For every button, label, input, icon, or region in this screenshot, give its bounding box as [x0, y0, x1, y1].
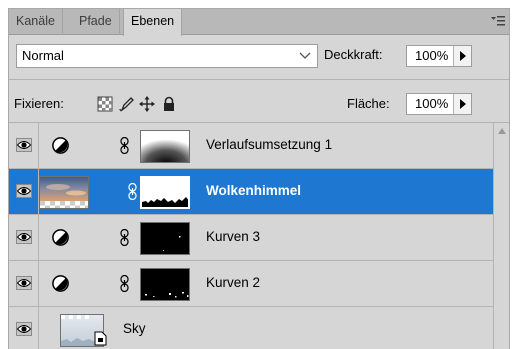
- eye-icon: [17, 187, 31, 195]
- layer-row-kurven-3[interactable]: Kurven 3: [9, 215, 493, 261]
- lock-position-icon[interactable]: [139, 96, 155, 112]
- panel-menu-icon[interactable]: [491, 14, 505, 28]
- adjustment-layer-icon: [52, 275, 69, 292]
- eye-icon: [17, 141, 31, 149]
- layers-panel: Kanäle Pfade Ebenen Normal Deckkraft: 10…: [8, 8, 510, 349]
- divider: [9, 79, 509, 80]
- layer-name: Sky: [123, 321, 146, 336]
- layer-mask-thumbnail[interactable]: [140, 268, 190, 301]
- mask-link-icon[interactable]: [120, 137, 129, 154]
- tab-channels[interactable]: Kanäle: [9, 9, 63, 35]
- layer-mask-thumbnail[interactable]: [140, 176, 190, 209]
- tab-layers[interactable]: Ebenen: [123, 9, 183, 36]
- layer-name: Kurven 2: [206, 275, 261, 290]
- blend-mode-value: Normal: [22, 48, 64, 63]
- eye-icon: [17, 279, 31, 287]
- layer-image-thumbnail[interactable]: [39, 176, 89, 209]
- lock-transparent-pixels-icon[interactable]: [97, 96, 113, 112]
- tab-paths[interactable]: Pfade: [72, 9, 120, 35]
- lock-all-icon[interactable]: [161, 96, 177, 112]
- scroll-up-icon[interactable]: [498, 128, 506, 134]
- opacity-label: Deckkraft:: [324, 47, 383, 62]
- opacity-field[interactable]: 100%: [406, 45, 472, 67]
- layers-scrollbar[interactable]: [493, 123, 509, 349]
- mask-link-icon[interactable]: [120, 275, 129, 292]
- eye-icon: [17, 325, 31, 333]
- fill-field[interactable]: 100%: [406, 93, 472, 115]
- layer-mask-thumbnail[interactable]: [140, 222, 190, 255]
- lock-image-pixels-icon[interactable]: [119, 96, 135, 112]
- layer-list: Verlaufsumsetzung 1 Wolkenhimmel Kurven …: [9, 123, 493, 349]
- layer-row-sky[interactable]: Sky: [9, 307, 493, 349]
- fill-slider-button[interactable]: [453, 94, 471, 114]
- visibility-toggle[interactable]: [9, 169, 39, 214]
- eye-icon: [17, 233, 31, 241]
- smart-object-icon: [94, 331, 107, 346]
- layer-row-kurven-2[interactable]: Kurven 2: [9, 261, 493, 307]
- mask-link-icon[interactable]: [128, 183, 137, 200]
- visibility-toggle[interactable]: [9, 261, 39, 306]
- panel-tab-bar: Kanäle Pfade Ebenen: [9, 9, 509, 36]
- layer-row-wolkenhimmel[interactable]: Wolkenhimmel: [9, 169, 493, 215]
- lock-label: Fixieren:: [14, 96, 64, 111]
- visibility-toggle[interactable]: [9, 123, 39, 168]
- layer-row-verlaufsumsetzung[interactable]: Verlaufsumsetzung 1: [9, 123, 493, 169]
- mask-link-icon[interactable]: [120, 229, 129, 246]
- visibility-toggle[interactable]: [9, 215, 39, 260]
- layer-name: Verlaufsumsetzung 1: [206, 137, 333, 152]
- blend-mode-select[interactable]: Normal: [16, 44, 318, 68]
- adjustment-layer-icon: [52, 229, 69, 246]
- layer-mask-thumbnail[interactable]: [140, 130, 190, 163]
- adjustment-layer-icon: [52, 137, 69, 154]
- layer-name: Kurven 3: [206, 229, 261, 244]
- chevron-down-icon: [299, 52, 311, 59]
- layer-name: Wolkenhimmel: [206, 183, 302, 198]
- fill-label: Fläche:: [347, 96, 390, 111]
- visibility-toggle[interactable]: [9, 307, 39, 349]
- opacity-slider-button[interactable]: [453, 46, 471, 66]
